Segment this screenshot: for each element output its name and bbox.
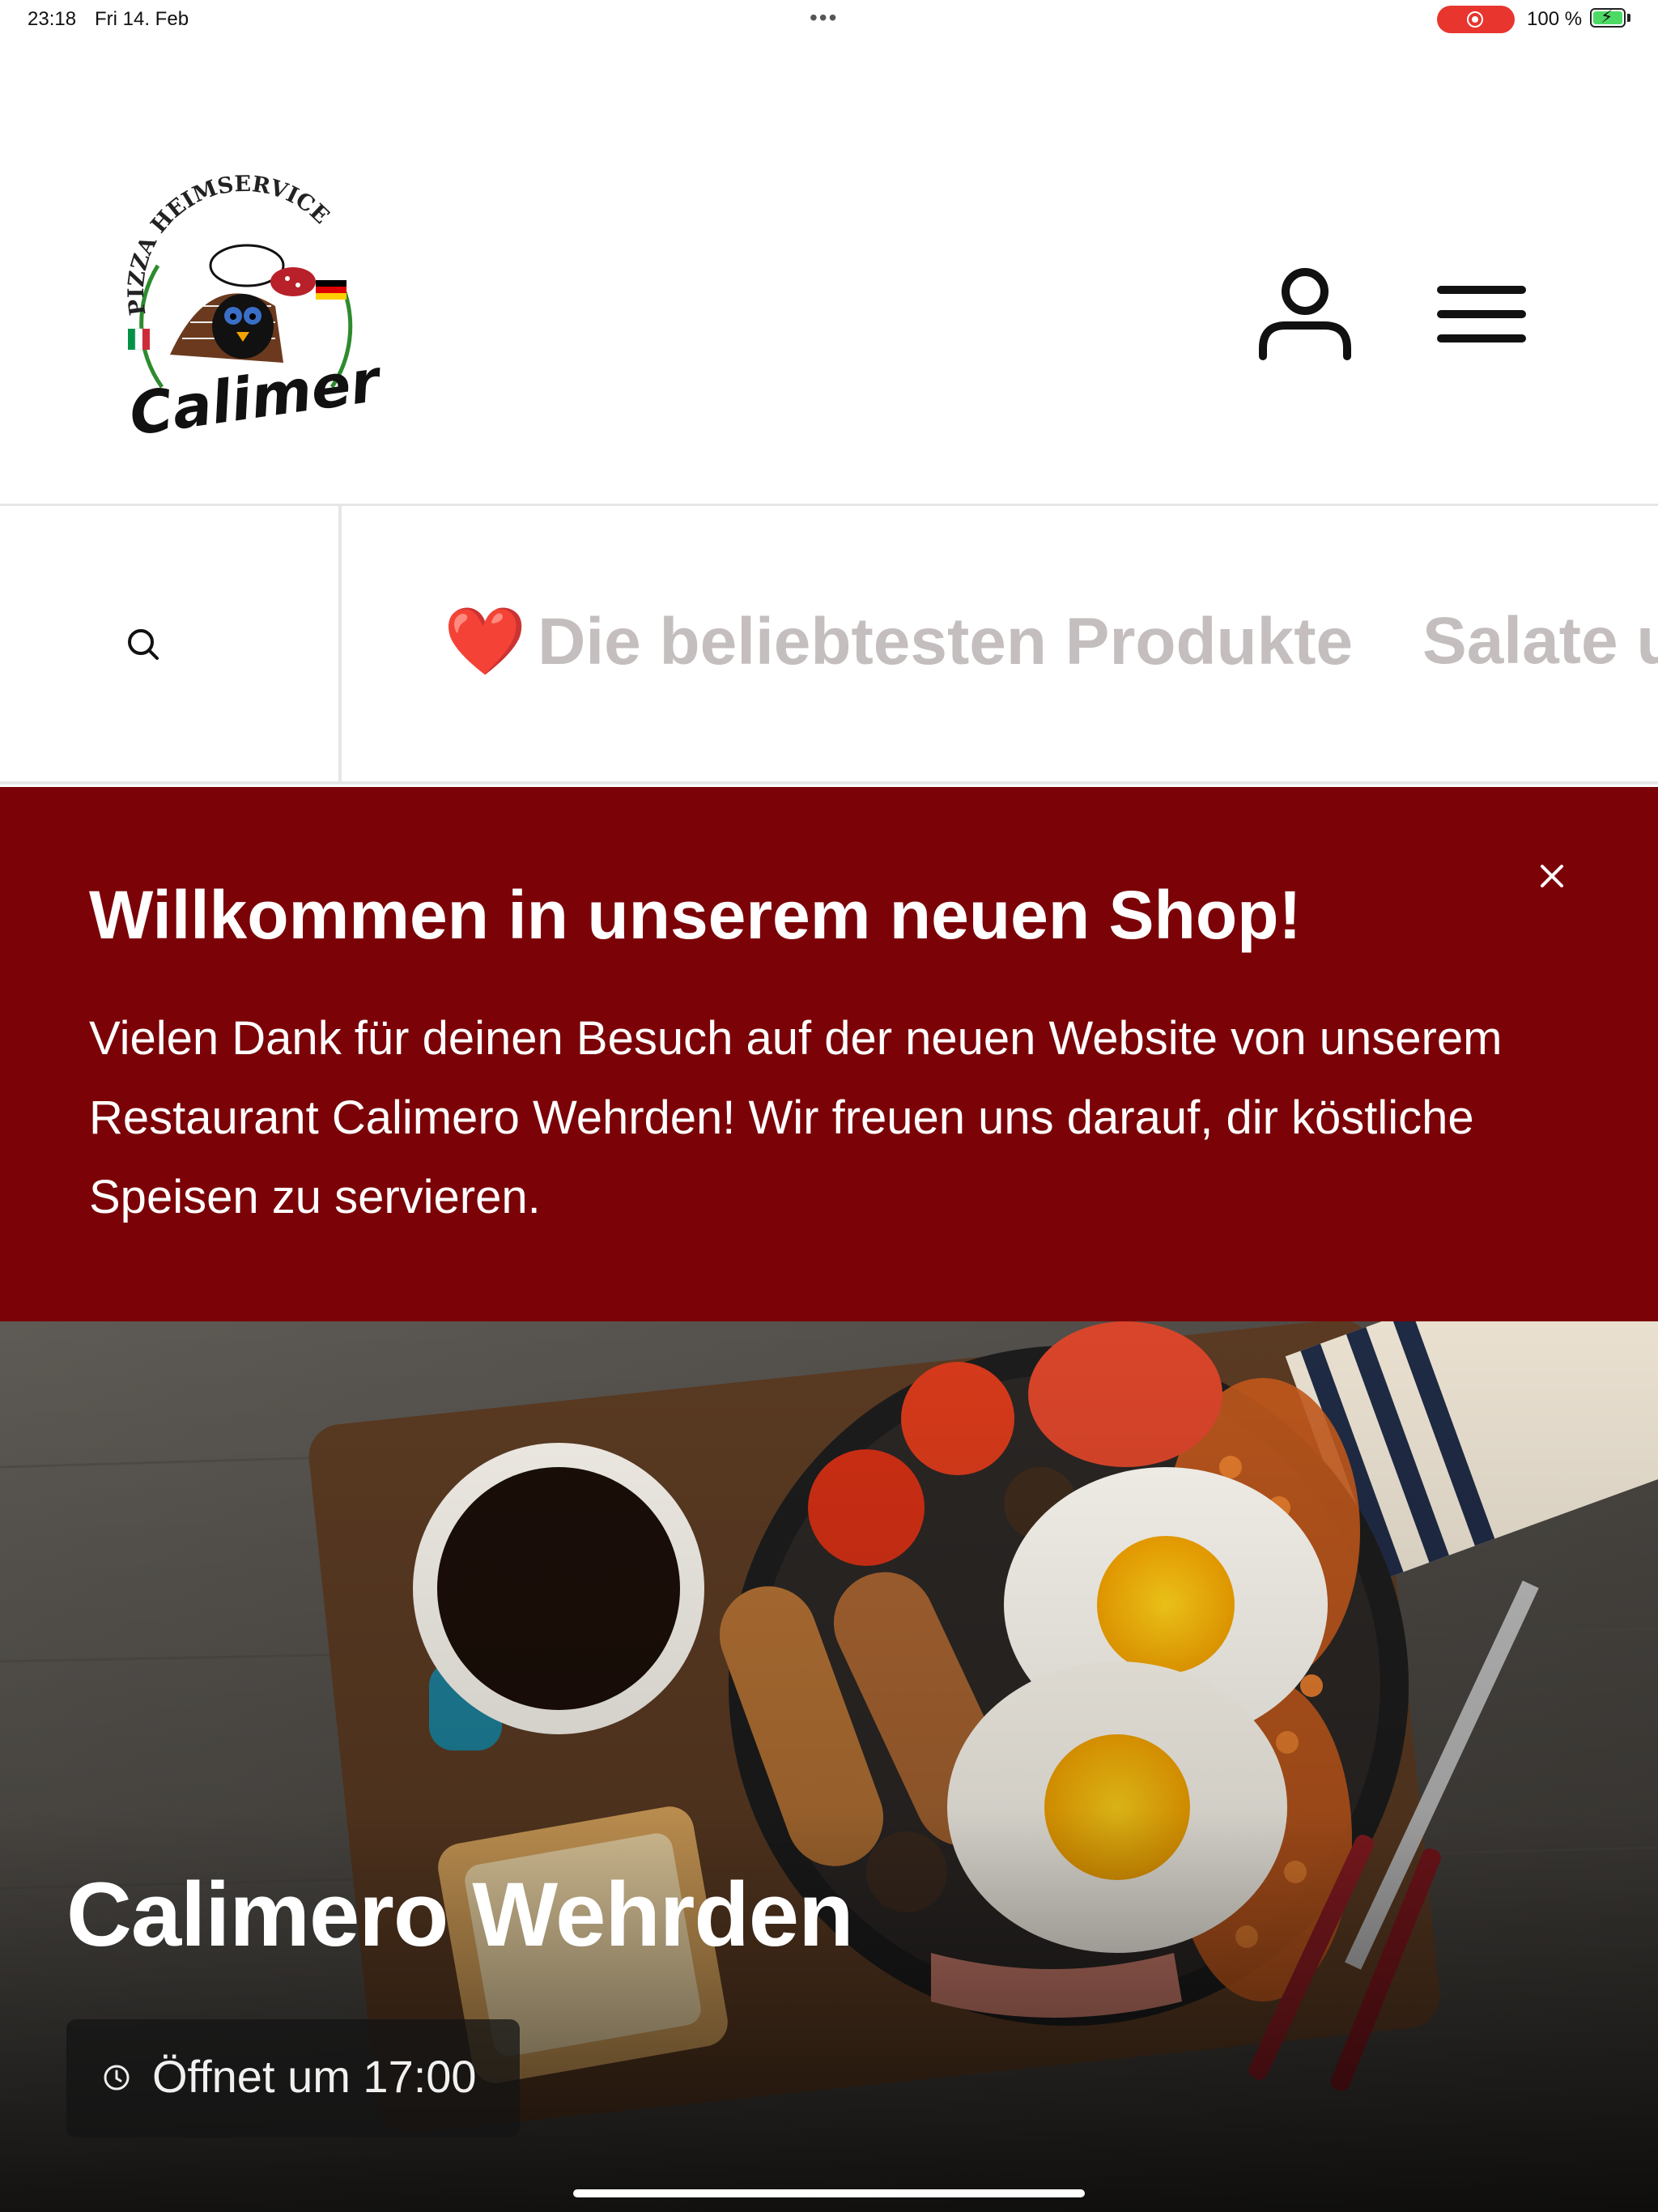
welcome-banner: Willkommen in unserem neuen Shop! Vielen… (0, 787, 1658, 1321)
hamburger-menu-icon[interactable] (1429, 270, 1534, 359)
close-icon[interactable] (1536, 860, 1568, 892)
category-tab-salads[interactable]: Salate u (1422, 603, 1658, 679)
search-icon (128, 629, 159, 660)
multitasking-dots-icon[interactable]: ••• (810, 5, 838, 31)
site-header: PIZZA HEIMSERVICE Calimero (0, 39, 1658, 506)
battery-percentage: 100 % (1527, 8, 1583, 30)
category-nav: ❤️ Die beliebtesten Produkte Salate u (0, 506, 1658, 785)
calimero-logo[interactable]: PIZZA HEIMSERVICE Calimero (113, 144, 380, 452)
banner-text: Vielen Dank für deinen Besuch auf der ne… (89, 1012, 1503, 1223)
heart-icon: ❤️ (444, 605, 527, 678)
restaurant-name: Calimero Wehrden (66, 1864, 853, 1965)
category-tab-label: Salate u (1422, 604, 1658, 678)
restaurant-hero: Calimero Wehrden Öffnet um 17:00 (0, 1321, 1658, 2212)
status-bar: 23:18 Fri 14. Feb ••• 100 % ⚡ (0, 0, 1658, 39)
status-date: Fri 14. Feb (95, 8, 189, 30)
home-indicator[interactable] (573, 2189, 1085, 2197)
category-tab-label: Die beliebtesten Produkte (538, 605, 1354, 678)
clock-icon (104, 2065, 130, 2091)
user-icon[interactable] (1247, 257, 1364, 375)
search-button[interactable] (0, 506, 342, 781)
screen-recording-icon[interactable] (1437, 6, 1515, 33)
banner-title: Willkommen in unserem neuen Shop! (89, 877, 1302, 953)
status-time: 23:18 (28, 8, 77, 30)
category-tab-popular[interactable]: ❤️ Die beliebtesten Produkte (444, 603, 1353, 681)
opening-hours-badge: Öffnet um 17:00 (66, 2019, 520, 2138)
opening-time-text: Öffnet um 17:00 (152, 2051, 477, 2102)
battery-icon: ⚡ (1590, 6, 1626, 28)
